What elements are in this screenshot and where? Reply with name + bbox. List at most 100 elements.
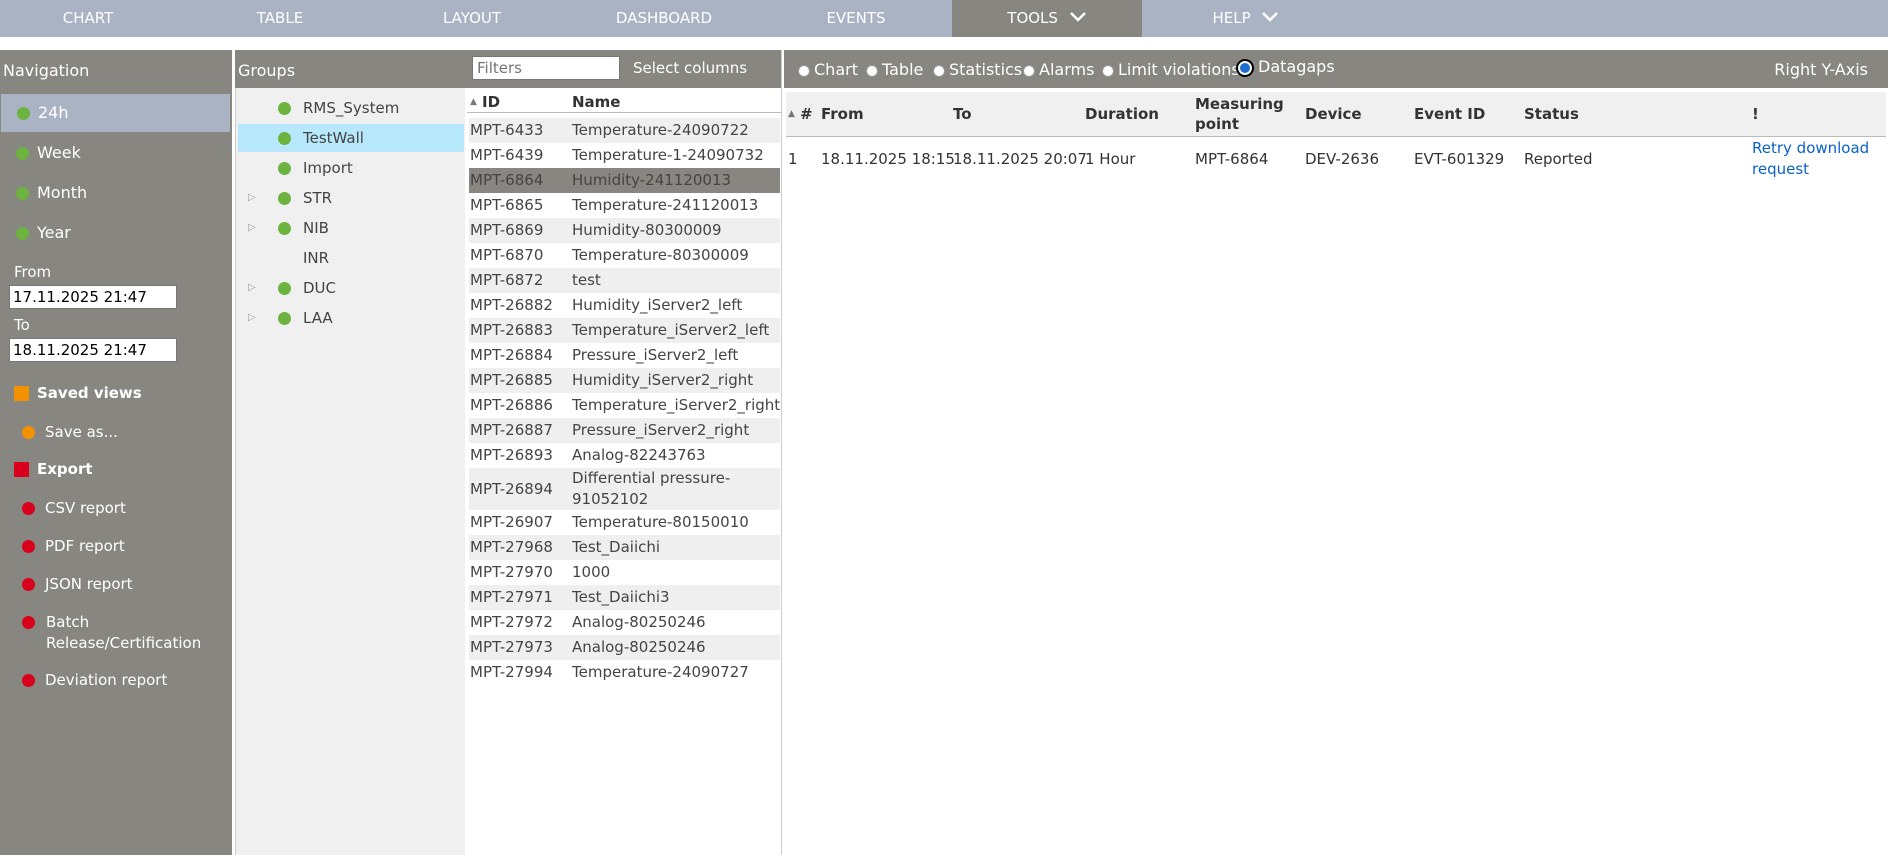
cell-id: MPT-26882	[470, 296, 553, 314]
saved-views-header[interactable]: Saved views	[14, 384, 142, 402]
cell-name: Analog-80250246	[572, 638, 706, 656]
menu-chart[interactable]: CHART	[0, 0, 176, 37]
group-item[interactable]: INR	[238, 244, 464, 272]
menu-layout[interactable]: LAYOUT	[384, 0, 560, 37]
menu-events[interactable]: EVENTS	[768, 0, 944, 37]
group-label: TestWall	[303, 129, 364, 147]
retry-download-link[interactable]: Retry download request	[1752, 138, 1882, 180]
column-header-device[interactable]: Device	[1305, 104, 1362, 124]
group-item[interactable]: Import	[238, 154, 464, 182]
table-row[interactable]: MPT-26885 Humidity_iServer2_right	[469, 368, 780, 393]
view-radio-limit-violations[interactable]: Limit violations	[1102, 60, 1240, 80]
view-radio-chart[interactable]: Chart	[798, 60, 858, 80]
view-radio-datagaps[interactable]: Datagaps	[1236, 57, 1335, 77]
measuring-points-panel: Select columns ▲ ID Name MPT-6433 Tempera…	[467, 50, 782, 855]
column-header-duration[interactable]: Duration	[1085, 104, 1159, 124]
view-radio-table[interactable]: Table	[866, 60, 923, 80]
group-item[interactable]: ▷ STR	[238, 184, 464, 212]
batch-release-link[interactable]: Batch Release/Certification	[22, 612, 202, 654]
from-date-input[interactable]	[9, 285, 177, 309]
cell-name: Test_Daiichi3	[572, 588, 670, 606]
group-item[interactable]: TestWall	[238, 124, 464, 152]
sort-asc-icon[interactable]: ▲	[788, 104, 795, 124]
pdf-report-link[interactable]: PDF report	[22, 536, 125, 557]
save-as-icon	[22, 426, 35, 439]
report-icon	[22, 502, 35, 515]
export-header[interactable]: Export	[14, 460, 93, 478]
column-header-name[interactable]: Name	[572, 92, 620, 112]
column-header-to[interactable]: To	[953, 104, 972, 124]
table-row[interactable]: MPT-26887 Pressure_iServer2_right	[469, 418, 780, 443]
select-columns-button[interactable]: Select columns	[633, 57, 747, 79]
range-month[interactable]: Month	[0, 174, 232, 212]
table-row[interactable]: MPT-26882 Humidity_iServer2_left	[469, 293, 780, 318]
menu-tools[interactable]: TOOLS	[952, 0, 1142, 37]
view-label: Chart	[814, 60, 858, 79]
right-y-axis-toggle[interactable]: Right Y-Axis	[1774, 60, 1868, 79]
table-row[interactable]: MPT-26883 Temperature_iServer2_left	[469, 318, 780, 343]
view-radio-alarms[interactable]: Alarms	[1023, 60, 1094, 80]
table-row[interactable]: MPT-27968 Test_Daiichi	[469, 535, 780, 560]
cell-name: Temperature_iServer2_left	[572, 321, 770, 339]
report-icon	[22, 578, 35, 591]
json-report-link[interactable]: JSON report	[22, 574, 133, 595]
column-header-event-id[interactable]: Event ID	[1414, 104, 1485, 124]
menu-help[interactable]: HELP	[1142, 0, 1350, 37]
table-row[interactable]: MPT-26907 Temperature-80150010	[469, 510, 780, 535]
group-item[interactable]: ▷ NIB	[238, 214, 464, 242]
table-row[interactable]: MPT-6439 Temperature-1-24090732	[469, 143, 780, 168]
filter-input[interactable]	[472, 56, 620, 80]
expand-triangle-icon[interactable]: ▷	[248, 304, 256, 332]
range-24h[interactable]: 24h	[1, 94, 230, 132]
cell-id: MPT-6872	[470, 271, 544, 289]
group-item[interactable]: ▷ LAA	[238, 304, 464, 332]
export-label: Export	[37, 460, 93, 478]
table-row[interactable]: MPT-6865 Temperature-241120013	[469, 193, 780, 218]
table-row[interactable]: MPT-26886 Temperature_iServer2_right	[469, 393, 780, 418]
table-row[interactable]: MPT-26884 Pressure_iServer2_left	[469, 343, 780, 368]
table-row[interactable]: MPT-6872 test	[469, 268, 780, 293]
group-item[interactable]: RMS_System	[238, 94, 464, 122]
range-year[interactable]: Year	[0, 214, 232, 252]
view-radio-statistics[interactable]: Statistics	[933, 60, 1022, 80]
table-row[interactable]: MPT-26893 Analog-82243763	[469, 443, 780, 468]
table-row[interactable]: MPT-27972 Analog-80250246	[469, 610, 780, 635]
table-row[interactable]: MPT-27971 Test_Daiichi3	[469, 585, 780, 610]
column-header-id[interactable]: ID	[482, 92, 500, 112]
table-row[interactable]: MPT-6869 Humidity-80300009	[469, 218, 780, 243]
csv-report-link[interactable]: CSV report	[22, 498, 126, 519]
group-label: INR	[303, 249, 330, 267]
cell-duration: 1 Hour	[1085, 150, 1136, 168]
expand-triangle-icon[interactable]: ▷	[248, 184, 256, 212]
groups-panel: Groups RMS_System TestWall Import ▷ STR …	[235, 50, 468, 855]
save-as-link[interactable]: Save as...	[22, 422, 118, 443]
expand-triangle-icon[interactable]: ▷	[248, 274, 256, 302]
range-week[interactable]: Week	[0, 134, 232, 172]
table-row[interactable]: MPT-27994 Temperature-24090727	[469, 660, 780, 685]
expand-triangle-icon[interactable]: ▷	[248, 214, 256, 242]
to-date-input[interactable]	[9, 338, 177, 362]
table-row[interactable]: MPT-6433 Temperature-24090722	[469, 118, 780, 143]
table-row[interactable]: MPT-27973 Analog-80250246	[469, 635, 780, 660]
column-header-from[interactable]: From	[821, 104, 864, 124]
menu-table[interactable]: TABLE	[176, 0, 384, 37]
column-header-action[interactable]: !	[1752, 104, 1759, 124]
column-header-measuring-point[interactable]: Measuring point	[1195, 94, 1285, 134]
table-row[interactable]: MPT-26894 Differential pressure-91052102	[469, 468, 780, 510]
sort-asc-icon[interactable]: ▲	[470, 92, 477, 112]
table-row[interactable]: MPT-27970 1000	[469, 560, 780, 585]
group-label: Import	[303, 159, 353, 177]
deviation-report-link[interactable]: Deviation report	[22, 670, 167, 691]
navigation-panel: Navigation 24h Week Month Year From To S…	[0, 50, 232, 855]
table-row[interactable]: 1 18.11.2025 18:15 18.11.2025 20:07 1 Ho…	[786, 138, 1886, 188]
table-row[interactable]: MPT-6864 Humidity-241120013	[469, 168, 780, 193]
column-header-num[interactable]: #	[800, 104, 813, 124]
cell-id: MPT-26883	[470, 321, 553, 339]
top-menu-bar: CHART TABLE LAYOUT DASHBOARD EVENTS TOOL…	[0, 0, 1888, 37]
cell-id: MPT-6869	[470, 221, 544, 239]
table-row[interactable]: MPT-6870 Temperature-80300009	[469, 243, 780, 268]
column-header-status[interactable]: Status	[1524, 104, 1579, 124]
menu-dashboard[interactable]: DASHBOARD	[560, 0, 768, 37]
view-label: Datagaps	[1258, 57, 1335, 76]
group-item[interactable]: ▷ DUC	[238, 274, 464, 302]
